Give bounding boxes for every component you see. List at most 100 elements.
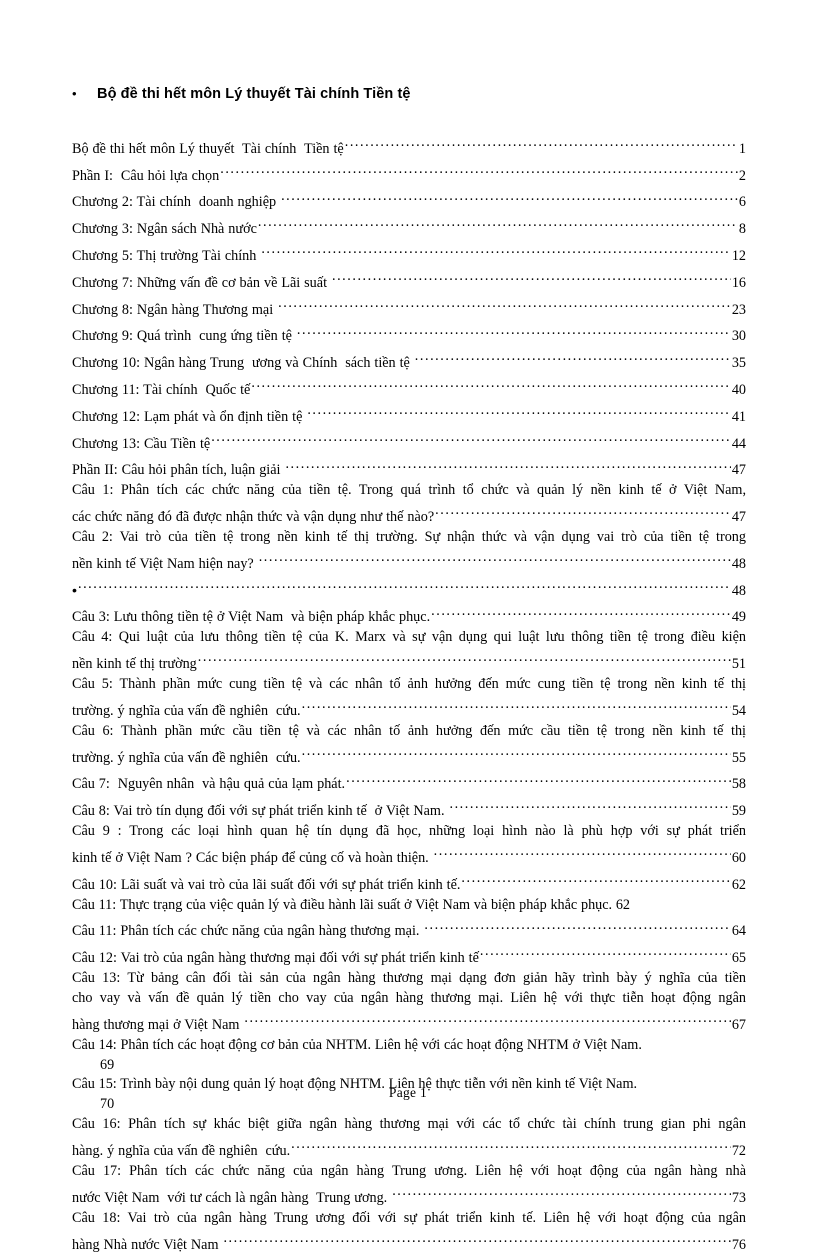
toc-entry-page-number: 62 [732,876,746,896]
toc-entry[interactable]: Chương 12: Lạm phát và ổn định tiền tệ 4… [72,401,746,428]
toc-entry-line: Chương 11: Tài chính Quốc tế 40 [72,374,746,401]
toc-entry-text: cho vay và vấn đề quản lý tiền cho vay c… [72,989,746,1009]
dot-leader [480,942,731,962]
toc-entry-page-number: 47 [732,461,746,481]
toc-entry[interactable]: Chương 3: Ngân sách Nhà nước 8 [72,213,746,240]
toc-entry-line: nền kinh tế thị trường51 [72,648,746,675]
toc-entry-label: Câu 10: Lãi suất và vai trò của lãi suất… [72,876,460,896]
toc-entry-page-number: 12 [732,247,746,267]
toc-entry-page-number: 49 [732,608,746,628]
toc-entry[interactable]: Câu 4: Qui luật của lưu thông tiền tệ củ… [72,628,746,675]
toc-entry-label: Chương 11: Tài chính Quốc tế [72,381,250,401]
dot-leader [285,455,730,475]
toc-entry[interactable]: Câu 11: Phân tích các chức năng của ngân… [72,915,746,942]
toc-entry-label: trường. ý nghĩa của vấn đề nghiên cứu. [72,749,301,769]
toc-entry[interactable]: Câu 10: Lãi suất và vai trò của lãi suất… [72,869,746,896]
toc-entry[interactable]: Chương 2: Tài chính doanh nghiệp 6 [72,187,746,214]
toc-entry-page-number: 65 [732,949,746,969]
toc-entry[interactable]: Phần II: Câu hỏi phân tích, luận giải 47 [72,455,746,482]
toc-entry-label: trường. ý nghĩa của vấn đề nghiên cứu. [72,702,301,722]
toc-entry[interactable]: Chương 11: Tài chính Quốc tế 40 [72,374,746,401]
dot-leader [291,1135,731,1155]
dot-leader [415,347,731,367]
dot-leader [78,575,731,595]
toc-entry[interactable]: Câu 14: Phân tích các hoạt động cơ bản c… [72,1036,746,1076]
dot-leader [244,1009,730,1029]
toc-entry[interactable]: Câu 1: Phân tích các chức năng của tiền … [72,481,746,528]
bullet-icon: • [72,84,97,104]
toc-entry-page-number: 23 [732,301,746,321]
toc-bullet-entry-line: •48 [72,575,746,602]
dot-leader [302,742,731,762]
toc-entry[interactable]: Câu 9 : Trong các loại hình quan hệ tín … [72,822,746,869]
toc-entry-label: Chương 9: Quá trình cung ứng tiền tệ [72,327,296,347]
page-footer: Page 1 [0,1084,816,1102]
dot-leader [346,768,731,788]
toc-entry[interactable]: Câu 3: Lưu thông tiền tệ ở Việt Nam và b… [72,602,746,629]
toc-entry-line: hàng thương mại ở Việt Nam 67 [72,1009,746,1036]
toc-entry-line: Chương 2: Tài chính doanh nghiệp 6 [72,187,746,214]
toc-entry-label: Chương 10: Ngân hàng Trung ương và Chính… [72,354,414,374]
toc-entry[interactable]: •48 [72,575,746,602]
toc-entry-line: Chương 9: Quá trình cung ứng tiền tệ 30 [72,321,746,348]
toc-entry[interactable]: Câu 16: Phân tích sự khác biệt giữa ngân… [72,1115,746,1162]
toc-entry-page-number: 58 [732,775,746,795]
toc-entry-text: Câu 18: Vai trò của ngân hàng Trung ương… [72,1209,746,1229]
toc-entry-label: Câu 8: Vai trò tín dụng đối với sự phát … [72,802,448,822]
toc-entry-text: Câu 6: Thành phần mức cầu tiền tệ và các… [72,722,746,742]
toc-entry[interactable]: Câu 5: Thành phần mức cung tiền tệ và cá… [72,675,746,722]
toc-entry-text: Câu 13: Từ bảng cân đối tài sản của ngân… [72,969,746,989]
toc-entry[interactable]: Chương 8: Ngân hàng Thương mại 23 [72,294,746,321]
toc-entry-line: Chương 3: Ngân sách Nhà nước 8 [72,213,746,240]
dot-leader [424,915,730,935]
toc-entry-label: Chương 3: Ngân sách Nhà nước [72,220,257,240]
toc-entry[interactable]: Chương 7: Những vấn đề cơ bản về Lãi suấ… [72,267,746,294]
toc-entry-label: các chức năng đó đã được nhận thức và vậ… [72,508,434,528]
dot-leader [259,548,731,568]
toc-entry[interactable]: Câu 8: Vai trò tín dụng đối với sự phát … [72,795,746,822]
toc-entry-page-number: 6 [739,193,746,213]
toc-entry-page-number: 8 [739,220,746,240]
dot-leader [297,321,731,341]
dot-leader [461,869,730,889]
toc-entry-line: Chương 8: Ngân hàng Thương mại 23 [72,294,746,321]
toc-entry-page-number: 16 [732,274,746,294]
dot-leader [332,267,731,287]
toc-entry-text: Câu 9 : Trong các loại hình quan hệ tín … [72,822,746,842]
toc-entry-page-number: 73 [732,1189,746,1209]
toc-entry[interactable]: Chương 13: Cầu Tiền tệ44 [72,428,746,455]
toc-entry-line: hàng Nhà nước Việt Nam 76 [72,1229,746,1255]
toc-entry-label: hàng. ý nghĩa của vấn đề nghiên cứu. [72,1142,290,1162]
toc-entry-line: Chương 13: Cầu Tiền tệ44 [72,428,746,455]
toc-entry-label: Chương 7: Những vấn đề cơ bản về Lãi suấ… [72,274,331,294]
toc-entry-label: Chương 5: Thị trường Tài chính [72,247,260,267]
toc-entry-page-number: 40 [732,381,746,401]
toc-entry-page-number: 76 [732,1236,746,1255]
toc-entry[interactable]: Câu 17: Phân tích các chức năng của ngân… [72,1162,746,1209]
toc-entry[interactable]: Câu 18: Vai trò của ngân hàng Trung ương… [72,1209,746,1255]
dot-leader [251,374,730,394]
toc-entry-line: Chương 12: Lạm phát và ổn định tiền tệ 4… [72,401,746,428]
dot-leader [261,240,730,260]
toc-entry[interactable]: Câu 6: Thành phần mức cầu tiền tệ và các… [72,722,746,769]
dot-leader [302,695,731,715]
dot-leader [434,842,731,862]
toc-entry-line: Câu 12: Vai trò của ngân hàng thương mại… [72,942,746,969]
toc-entry[interactable]: Phần I: Câu hỏi lựa chọn2 [72,160,746,187]
toc-entry-line: Câu 7: Nguyên nhân và hậu quả của lạm ph… [72,768,746,795]
toc-entry[interactable]: Câu 11: Thực trạng của việc quản lý và đ… [72,896,746,916]
toc-entry-page-number: 60 [732,849,746,869]
toc-entry[interactable]: Câu 2: Vai trò của tiền tệ trong nền kin… [72,528,746,575]
toc-entry-label: • [72,582,77,602]
toc-entry[interactable]: Câu 7: Nguyên nhân và hậu quả của lạm ph… [72,768,746,795]
toc-entry-page-number: 59 [732,802,746,822]
toc-entry[interactable]: Chương 5: Thị trường Tài chính 12 [72,240,746,267]
toc-entry[interactable]: Câu 13: Từ bảng cân đối tài sản của ngân… [72,969,746,1036]
toc-entry[interactable]: Bộ đề thi hết môn Lý thuyết Tài chính Ti… [72,133,746,160]
toc-entry[interactable]: Chương 10: Ngân hàng Trung ương và Chính… [72,347,746,374]
toc-entry[interactable]: Chương 9: Quá trình cung ứng tiền tệ 30 [72,321,746,348]
toc-entry[interactable]: Câu 12: Vai trò của ngân hàng thương mại… [72,942,746,969]
toc-entry-label: Câu 7: Nguyên nhân và hậu quả của lạm ph… [72,775,345,795]
toc-entry-label: nền kinh tế thị trường [72,655,197,675]
toc-entry-page-number: 35 [732,354,746,374]
